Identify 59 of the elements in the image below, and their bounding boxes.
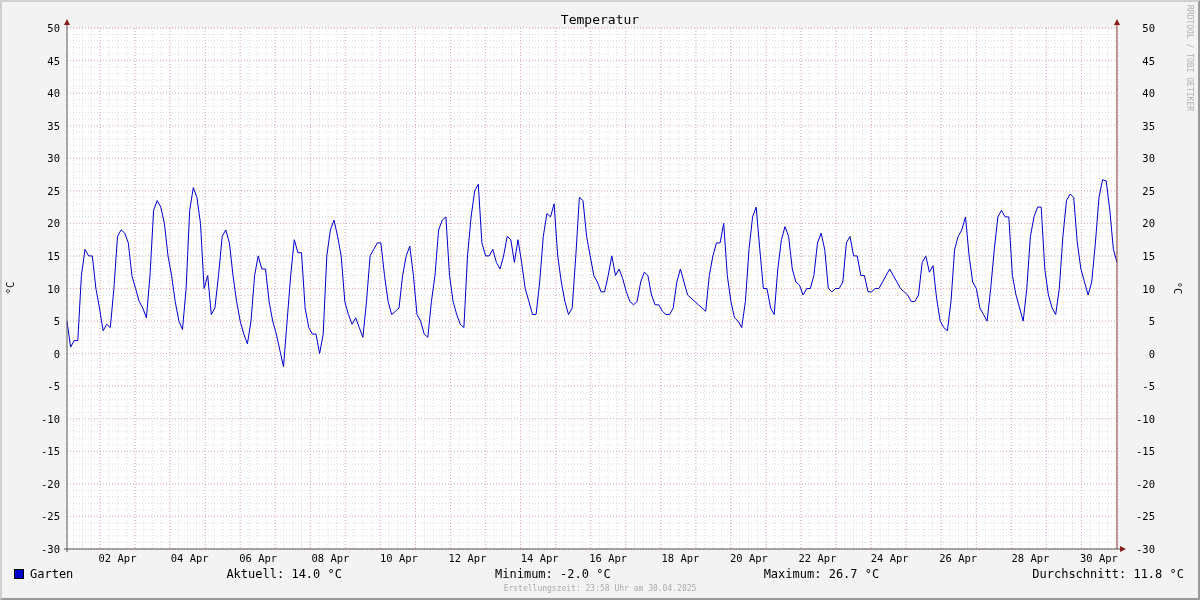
side-text: RRDTOOL / TOBI OETIKER [1185, 5, 1194, 111]
y-tick-label: 50 [47, 22, 60, 34]
y-tick-label: 45 [1142, 54, 1155, 67]
y-tick-label: 40 [47, 87, 60, 100]
y-tick-label: -10 [1136, 412, 1155, 425]
x-tick-label: 12 Apr [448, 552, 487, 564]
y-tick-label: 15 [47, 249, 60, 262]
stat-text: Minimum: -2.0 °C [495, 567, 611, 581]
y-tick-label: 10 [1142, 282, 1155, 295]
y-tick-label: -15 [1136, 445, 1155, 458]
x-tick-label: 14 Apr [520, 552, 559, 564]
stat-text: Aktuell: 14.0 °C [226, 567, 342, 581]
y-tick-label: -5 [1142, 380, 1155, 393]
stat-text: Durchschnitt: 11.8 °C [1032, 567, 1184, 581]
y-tick-label: 50 [1142, 22, 1155, 34]
stat-text: Maximum: 26.7 °C [763, 567, 880, 581]
chart-title: Temperatur [560, 12, 640, 27]
y-tick-label: 20 [47, 217, 60, 230]
legend-label: Garten [30, 567, 74, 581]
y-tick-label: 20 [1142, 217, 1155, 230]
y-tick-label: 25 [47, 184, 60, 197]
y-tick-label: 0 [53, 347, 60, 360]
y-tick-label: -20 [41, 477, 60, 490]
x-tick-label: 22 Apr [798, 552, 837, 564]
x-tick-label: 02 Apr [98, 552, 137, 564]
y-tick-label: 25 [1142, 184, 1155, 197]
y-tick-label: 45 [47, 54, 60, 67]
y-tick-label: -25 [41, 510, 60, 523]
y-tick-label: -5 [47, 380, 60, 393]
y-tick-label: 30 [1142, 152, 1155, 165]
x-tick-label: 10 Apr [380, 552, 418, 564]
y-tick-label: -15 [41, 445, 60, 458]
y-tick-label: 5 [1148, 315, 1155, 328]
creation-time-text: Erstellungszeit: 23:58 Uhr am 30.04.2025 [503, 584, 697, 593]
y-tick-label: 40 [1142, 87, 1155, 100]
y-tick-label: 5 [53, 315, 60, 328]
x-tick-label: 20 Apr [730, 552, 768, 564]
x-tick-label: 24 Apr [870, 552, 909, 564]
x-tick-label: 06 Apr [239, 552, 278, 564]
y-tick-label: -10 [41, 412, 60, 425]
y-tick-label: -30 [41, 543, 60, 555]
y-axis-label: °C [4, 281, 16, 295]
y-tick-label: 30 [47, 152, 60, 165]
y-tick-label: 0 [1148, 347, 1155, 360]
x-tick-label: 26 Apr [939, 552, 978, 564]
x-tick-label: 28 Apr [1011, 552, 1050, 564]
y-tick-label: -30 [1136, 543, 1155, 555]
y-tick-label: 15 [1142, 249, 1155, 262]
x-tick-label: 04 Apr [170, 552, 209, 564]
x-tick-label: 08 Apr [311, 552, 350, 564]
y-axis-label: °C [1172, 281, 1184, 295]
x-tick-label: 30 Apr [1080, 552, 1118, 564]
y-tick-label: 10 [47, 282, 60, 295]
y-tick-label: 35 [47, 119, 60, 132]
x-tick-label: 18 Apr [661, 552, 700, 564]
x-tick-label: 16 Apr [589, 552, 628, 564]
y-tick-label: -20 [1136, 477, 1155, 490]
y-tick-label: 35 [1142, 119, 1155, 132]
y-tick-label: -25 [1136, 510, 1155, 523]
